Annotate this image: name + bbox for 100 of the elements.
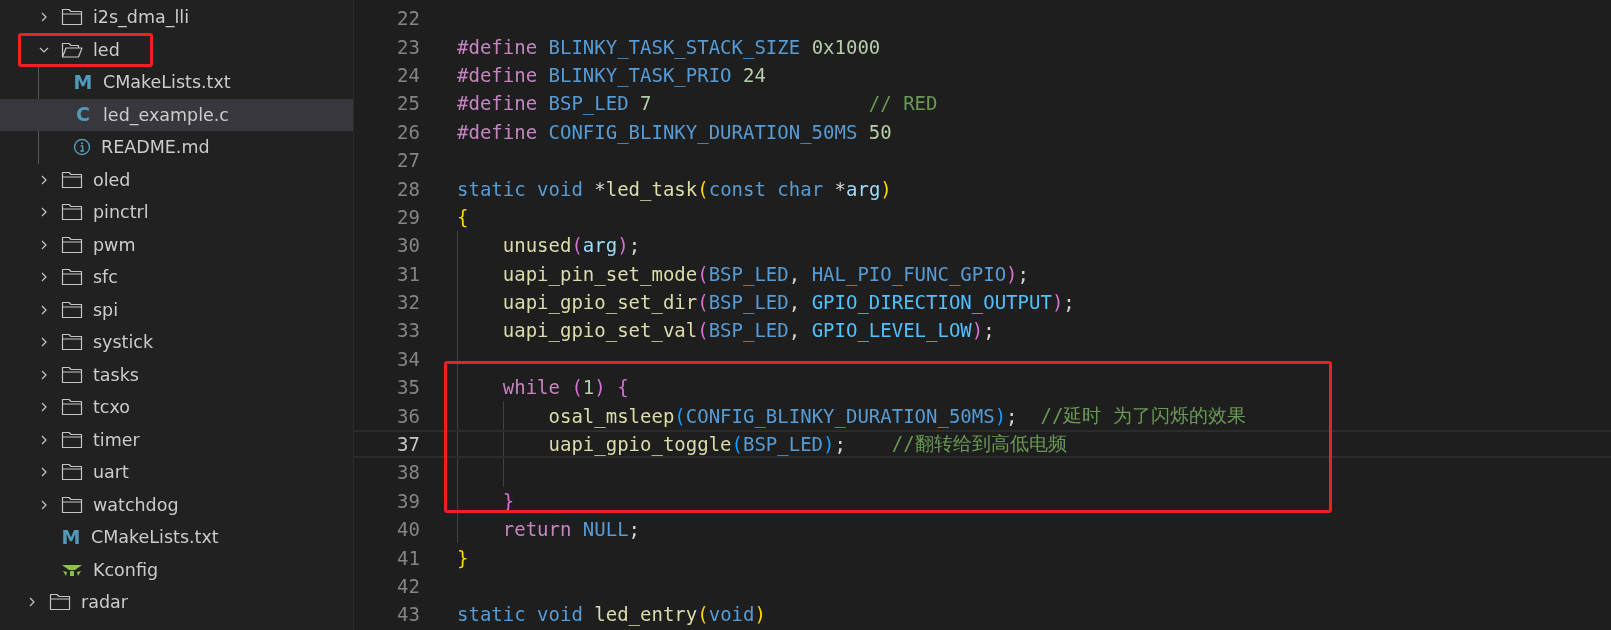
tree-item[interactable]: led (0, 33, 353, 66)
tree-item[interactable]: pinctrl (0, 196, 353, 229)
chevron-right-icon[interactable] (39, 207, 49, 218)
code-line: unused(arg); (502, 233, 641, 259)
folder-name: oled (93, 169, 131, 190)
code-line: while (1) { (502, 375, 629, 401)
tree-item[interactable]: tasks (0, 358, 353, 391)
folder-name: spi (93, 299, 119, 320)
chevron-right-icon[interactable] (39, 434, 49, 445)
folder-icon (61, 495, 83, 514)
line-number: 40 (396, 518, 420, 541)
tree-item[interactable]: i2s_dma_lli (0, 1, 353, 34)
folder-name: sfc (93, 267, 118, 288)
code-line: { (457, 204, 469, 230)
line-number: 42 (396, 575, 420, 597)
chevron-right-icon[interactable] (39, 304, 49, 315)
code-line: #define BLINKY_TASK_STACK_SIZE 0x1000 (457, 34, 881, 61)
code-line: uapi_gpio_set_val(BSP_LED, GPIO_LEVEL_LOW); (502, 318, 995, 344)
info-icon (73, 138, 91, 157)
folder-name: systick (93, 332, 154, 353)
folder-name: timer (93, 429, 140, 450)
folder-icon (61, 8, 83, 27)
folder-name: pwm (93, 234, 136, 255)
tree-item[interactable]: M CMakeLists.txt (0, 66, 353, 99)
file-name: README.md (101, 137, 210, 158)
file-name: Kconfig (93, 559, 159, 580)
file-type-icon: C (73, 105, 93, 125)
line-number: 37 (396, 433, 420, 456)
line-number: 30 (396, 234, 420, 257)
tree-item[interactable]: Kconfig (0, 553, 353, 586)
tree-item[interactable]: README.md (0, 131, 353, 164)
chevron-right-icon[interactable] (39, 499, 49, 510)
line-number: 31 (396, 262, 420, 285)
config-icon (61, 562, 83, 577)
line-number: 24 (396, 63, 420, 86)
file-name: CMakeLists.txt (91, 527, 219, 548)
folder-name: pinctrl (93, 202, 149, 223)
tree-item[interactable]: C led_example.c (0, 98, 353, 131)
line-number: 28 (396, 177, 420, 200)
tree-item[interactable]: pwm (0, 228, 353, 261)
chevron-right-icon[interactable] (39, 467, 49, 478)
chevron-right-icon[interactable] (39, 239, 49, 250)
line-number: 25 (396, 92, 420, 115)
folder-icon (61, 235, 83, 254)
code-line: static void *led_task(const char *arg) (457, 176, 892, 203)
chevron-right-icon[interactable] (39, 337, 49, 348)
code-line: #define BLINKY_TASK_PRIO 24 (457, 62, 766, 89)
folder-icon (61, 268, 83, 287)
folder-icon (61, 300, 83, 319)
tree-item[interactable]: systick (0, 326, 353, 359)
line-number: 36 (396, 404, 420, 427)
tree-item[interactable]: uart (0, 456, 353, 489)
folder-icon (61, 463, 83, 482)
folder-name: tasks (93, 364, 139, 385)
code-line: } (457, 545, 469, 571)
chevron-right-icon[interactable] (39, 174, 49, 185)
code-line: osal_msleep(CONFIG_BLINKY_DURATION_50MS); //延时 为了闪烁的效果 (548, 402, 1246, 430)
code-line: uapi_pin_set_mode(BSP_LED, HAL_PIO_FUNC_GPIO); (502, 261, 1029, 288)
code-line: #define CONFIG_BLINKY_DURATION_50MS 50 (457, 119, 892, 146)
tree-item[interactable]: sfc (0, 261, 353, 294)
line-number: 33 (396, 319, 420, 342)
folder-icon (61, 203, 83, 222)
folder-name: i2s_dma_lli (93, 7, 190, 28)
code-line: uapi_gpio_set_dir(BSP_LED, GPIO_DIRECTION_OUTPUT); (502, 290, 1075, 316)
chevron-right-icon[interactable] (39, 12, 49, 23)
tree-item[interactable]: tcxo (0, 391, 353, 424)
tree-item[interactable]: watchdog (0, 488, 353, 521)
file-type-icon: M (73, 72, 93, 92)
folder-icon (61, 365, 83, 384)
line-number: 38 (396, 461, 420, 484)
code-line: #define BSP_LED 7 // RED (457, 91, 938, 117)
chevron-right-icon[interactable] (39, 369, 49, 380)
line-number: 26 (396, 120, 420, 143)
tree-item[interactable]: spi (0, 293, 353, 326)
tree-item[interactable]: radar (0, 586, 353, 619)
chevron-right-icon[interactable] (39, 402, 49, 413)
folder-name: watchdog (93, 494, 179, 515)
chevron-right-icon[interactable] (27, 597, 37, 608)
file-name: led_example.c (103, 104, 229, 125)
line-number: 27 (396, 149, 420, 172)
line-number: 39 (396, 489, 420, 512)
folder-icon (61, 170, 83, 189)
line-number: 22 (396, 7, 420, 30)
folder-icon (61, 333, 83, 352)
line-number: 35 (396, 376, 420, 399)
code-line: static void led_entry(void) (457, 602, 766, 628)
tree-item[interactable]: timer (0, 423, 353, 456)
tree-item[interactable]: oled (0, 163, 353, 196)
file-name: CMakeLists.txt (103, 72, 231, 93)
line-number: 34 (396, 347, 420, 370)
folder-name: led (93, 39, 120, 60)
open-folder-icon (61, 40, 83, 59)
tree-item[interactable]: M CMakeLists.txt (0, 521, 353, 554)
chevron-right-icon[interactable] (39, 272, 49, 283)
code-line: return NULL; (502, 517, 641, 543)
line-number: 32 (396, 291, 420, 314)
folder-icon (49, 593, 71, 612)
line-number: 23 (396, 35, 420, 58)
line-number: 29 (396, 205, 420, 228)
file-type-icon: M (61, 527, 81, 547)
